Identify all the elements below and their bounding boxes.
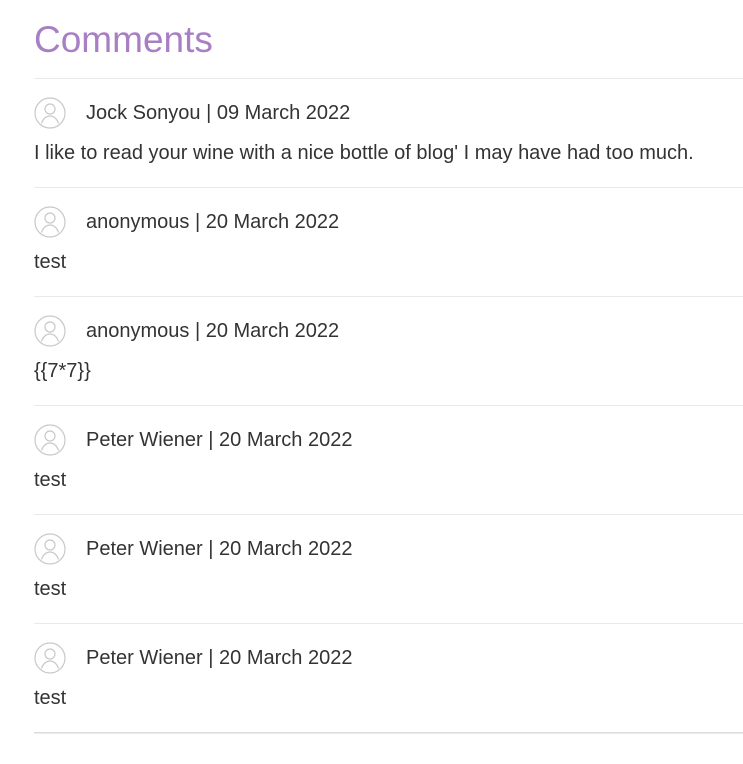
comment-item: Peter Wiener | 20 March 2022 test (34, 406, 743, 515)
comment-author-date: anonymous | 20 March 2022 (86, 211, 340, 233)
user-avatar-icon (34, 315, 66, 347)
comments-list: Jock Sonyou | 09 March 2022 I like to re… (34, 79, 743, 733)
comment-text: I like to read your wine with a nice bot… (34, 142, 694, 164)
comment-item: anonymous | 20 March 2022 test (34, 188, 743, 297)
comment-text: test (34, 687, 67, 709)
comments-title: Comments (34, 19, 213, 60)
user-avatar-icon (34, 206, 66, 238)
user-avatar-icon (34, 424, 66, 456)
comment-item: anonymous | 20 March 2022 {{7*7}} (34, 297, 743, 406)
comment-text: test (34, 251, 67, 273)
comment-author-date: Peter Wiener | 20 March 2022 (86, 647, 353, 669)
comment-item: Peter Wiener | 20 March 2022 test (34, 515, 743, 624)
user-avatar-icon (34, 642, 66, 674)
comment-item: Jock Sonyou | 09 March 2022 I like to re… (34, 79, 743, 188)
comment-text: test (34, 578, 67, 600)
comment-author-date: Jock Sonyou | 09 March 2022 (86, 102, 351, 124)
user-avatar-icon (34, 97, 66, 129)
user-avatar-icon (34, 533, 66, 565)
comment-author-date: Peter Wiener | 20 March 2022 (86, 538, 353, 560)
comment-author-date: Peter Wiener | 20 March 2022 (86, 429, 353, 451)
comment-text: {{7*7}} (34, 360, 91, 382)
comment-item: Peter Wiener | 20 March 2022 test (34, 624, 743, 733)
comments-page: Comments Jock Sonyou | 09 March 2022 I l… (0, 0, 743, 764)
comment-text: test (34, 469, 67, 491)
comment-author-date: anonymous | 20 March 2022 (86, 320, 340, 342)
